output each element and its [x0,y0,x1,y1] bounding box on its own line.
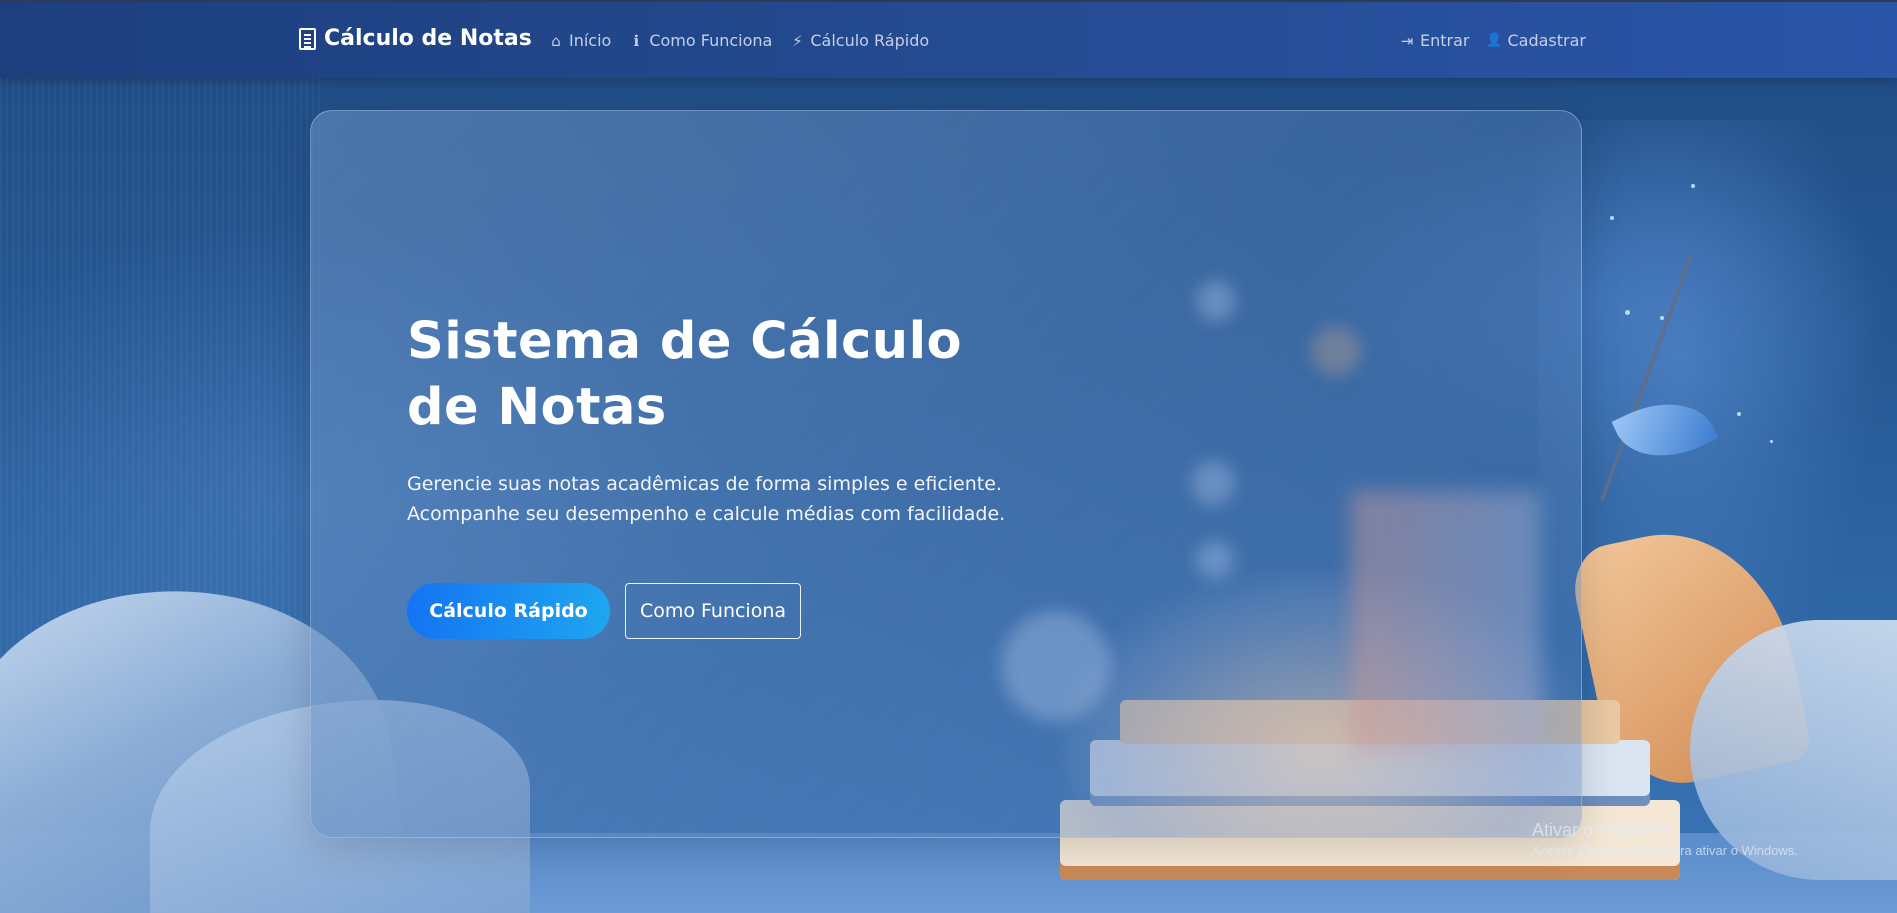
bolt-icon: ⚡ [792,31,803,50]
nav-link-label: Como Funciona [649,31,773,50]
brand-label: Cálculo de Notas [324,26,532,51]
nav-links-right: ⇥ Entrar 👤 Cadastrar [1398,31,1586,50]
home-icon: ⌂ [551,31,561,50]
background-sparkle [1660,316,1664,320]
brand-link[interactable]: Cálculo de Notas [299,26,532,51]
hero-description: Gerencie suas notas acadêmicas de forma … [407,473,1006,525]
background-sparkle [1610,216,1614,220]
background-sparkle [1737,412,1741,416]
watermark-subtitle: Acesse Configurações para ativar o Windo… [1532,843,1798,858]
como-funciona-button[interactable]: Como Funciona [625,583,801,639]
nav-link-entrar[interactable]: ⇥ Entrar [1398,31,1470,50]
document-icon [299,27,316,50]
hero-card: Sistema de Cálculo de Notas Gerencie sua… [310,110,1582,838]
windows-activation-watermark: Ativar o Windows Acesse Configurações pa… [1532,820,1798,858]
watermark-title: Ativar o Windows [1532,820,1672,840]
user-plus-icon: 👤 [1486,33,1503,48]
hero-background-bubble [1196,541,1234,579]
hero-background-bubble [1001,611,1111,721]
hero-title: Sistema de Cálculo de Notas [407,312,963,437]
background-sparkle [1625,310,1630,315]
background-sparkle [1770,440,1773,443]
nav-link-label: Cálculo Rápido [810,31,930,50]
nav-link-label: Cadastrar [1507,31,1586,50]
hero-background-bubble [1311,326,1361,376]
calculo-rapido-button[interactable]: Cálculo Rápido [407,583,610,639]
nav-link-como-funciona[interactable]: ℹ Como Funciona [627,31,772,50]
sign-in-icon: ⇥ [1400,31,1414,50]
nav-link-inicio[interactable]: ⌂ Início [547,31,611,50]
nav-link-label: Entrar [1420,31,1470,50]
navbar: Cálculo de Notas ⌂ Início ℹ Como Funcion… [0,0,1897,78]
nav-links-left: ⌂ Início ℹ Como Funciona ⚡ Cálculo Rápid… [547,31,929,50]
hero-background-bubble [1191,461,1235,505]
hero-background-book-upright [1351,491,1541,751]
info-circle-icon: ℹ [633,31,640,50]
background-sparkle [1691,184,1695,188]
nav-link-label: Início [569,31,612,50]
nav-link-cadastrar[interactable]: 👤 Cadastrar [1485,31,1586,50]
nav-link-calculo-rapido[interactable]: ⚡ Cálculo Rápido [788,31,929,50]
hero-background-bubble [1196,281,1236,321]
